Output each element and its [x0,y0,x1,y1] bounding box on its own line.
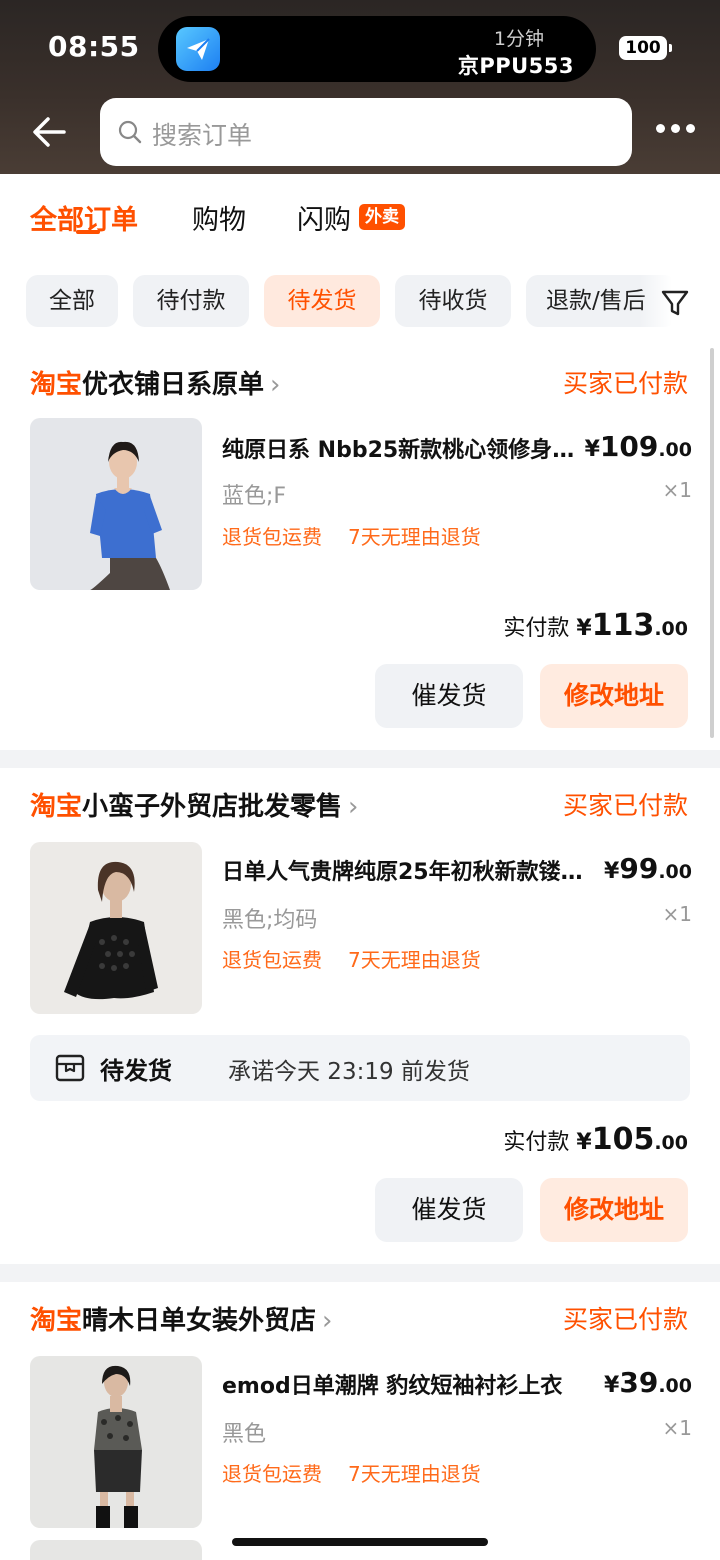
filter-chip-all[interactable]: 全部 [26,275,118,327]
order-card[interactable]: 淘宝小蛮子外贸店批发零售› 买家已付款 日单人气贵牌纯原25年初秋新款镂空针织开… [0,768,720,1264]
platform-label: 淘宝 [30,370,83,400]
tab-flash-buy[interactable]: 闪购 [297,198,351,237]
chevron-right-icon: › [270,370,281,400]
product-quantity: ×1 [662,478,692,502]
product-title[interactable]: 日单人气贵牌纯原25年初秋新款镂空针织开衫 [222,854,584,886]
scrollbar[interactable] [710,348,714,738]
notice-status: 待发货 [100,1057,172,1085]
modify-address-button[interactable]: 修改地址 [540,664,688,728]
chevron-right-icon: › [348,792,359,822]
top-bar: 08:55 1分钟 京PPU553 100 搜索订单 [0,0,720,174]
order-status: 买家已付款 [562,369,688,398]
shop-name: 晴木日单女装外贸店 [82,1306,317,1336]
return-shipping-tag: 退货包运费 [222,1462,322,1486]
island-plate: 京PPU553 [457,54,574,78]
seven-day-return-tag: 7天无理由退货 [348,948,481,972]
more-dots-icon[interactable] [652,118,700,142]
search-placeholder: 搜索订单 [152,121,253,150]
home-indicator[interactable] [232,1538,488,1546]
tab-shopping[interactable]: 购物 [192,198,246,237]
product-sku: 黑色 [222,1422,267,1447]
active-tab-underline [76,230,100,234]
shop-name: 优衣铺日系原单 [82,370,265,400]
filter-chip-pending-payment[interactable]: 待付款 [133,275,249,327]
platform-label: 淘宝 [30,1306,83,1336]
dynamic-island[interactable]: 1分钟 京PPU553 [158,16,596,82]
paid-amount: 实付款 ¥105.00 [503,1122,688,1157]
shop-header[interactable]: 淘宝晴木日单女装外贸店 › [30,1300,332,1337]
island-duration: 1分钟 [493,28,544,50]
product-price: ¥109.00 [584,430,692,463]
filter-chip-pending-shipment[interactable]: 待发货 [264,275,380,327]
filter-funnel-icon[interactable] [660,288,690,322]
shop-header[interactable]: 淘宝小蛮子外贸店批发零售 › [30,786,358,823]
next-product-image [30,1540,202,1560]
shop-name: 小蛮子外贸店批发零售 [82,792,343,822]
filter-chip-pending-receipt[interactable]: 待收货 [395,275,511,327]
urge-shipment-button[interactable]: 催发货 [375,664,523,728]
urge-shipment-button[interactable]: 催发货 [375,1178,523,1242]
chevron-right-icon: › [322,1306,333,1336]
modify-address-button[interactable]: 修改地址 [540,1178,688,1242]
product-title[interactable]: 纯原日系 Nbb25新款桃心领修身短袖针织衫 [222,432,594,464]
status-time: 08:55 [48,30,140,63]
order-card[interactable]: 淘宝优衣铺日系原单› 买家已付款 纯原日系 Nbb25新款桃心领修身短袖针织衫 … [0,346,720,750]
shop-header[interactable]: 淘宝优衣铺日系原单 › [30,364,280,401]
product-image[interactable] [30,418,202,590]
notice-promise: 承诺今天 23:19 前发货 [228,1059,470,1085]
product-sku: 蓝色;F [222,484,287,509]
product-image[interactable] [30,842,202,1014]
shipment-notice: 待发货 承诺今天 23:19 前发货 [30,1035,690,1101]
seven-day-return-tag: 7天无理由退货 [348,1462,481,1486]
shipping-box-icon [54,1052,86,1088]
search-input[interactable]: 搜索订单 [100,98,632,166]
platform-label: 淘宝 [30,792,83,822]
product-sku: 黑色;均码 [222,908,318,933]
order-card[interactable]: 淘宝晴木日单女装外贸店 › 买家已付款 emod日单潮牌 豹纹短袖衬衫上衣 ¥39… [0,1282,720,1560]
status-filter-bar: 全部 待付款 待发货 待收货 退款/售后 [0,256,720,346]
product-title[interactable]: emod日单潮牌 豹纹短袖衬衫上衣 [222,1368,602,1400]
order-status: 买家已付款 [562,791,688,820]
takeout-badge: 外卖 [359,204,405,230]
return-shipping-tag: 退货包运费 [222,948,322,972]
product-price: ¥39.00 [604,1366,692,1399]
return-shipping-tag: 退货包运费 [222,525,322,549]
paid-amount: 实付款 ¥113.00 [503,608,688,643]
product-quantity: ×1 [662,1416,692,1440]
seven-day-return-tag: 7天无理由退货 [348,525,481,549]
paper-plane-app-icon [176,27,220,71]
search-icon [118,120,142,148]
product-quantity: ×1 [662,902,692,926]
product-image[interactable] [30,1356,202,1528]
back-arrow-icon[interactable] [30,110,70,154]
order-status: 买家已付款 [562,1305,688,1334]
product-price: ¥99.00 [604,852,692,885]
battery-icon: 100 [619,36,672,60]
